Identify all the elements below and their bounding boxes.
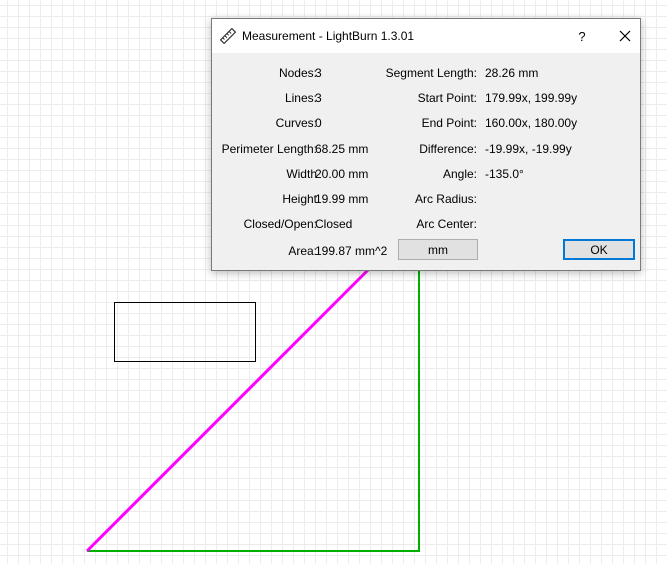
perimeter-length-value: 68.25 mm <box>315 142 369 156</box>
unit-toggle-button[interactable]: mm <box>398 239 478 260</box>
segment-length-value: 28.26 mm <box>485 66 539 80</box>
nodes-label: Nodes: <box>278 66 317 80</box>
area-label: Area: <box>288 244 317 258</box>
start-point-value: 179.99x, 199.99y <box>485 91 578 105</box>
difference-label: Difference: <box>419 142 477 156</box>
end-point-label: End Point: <box>421 116 477 130</box>
arc-center-label: Arc Center: <box>416 217 477 231</box>
rectangle-shape[interactable] <box>114 302 256 362</box>
end-point-value: 160.00x, 180.00y <box>485 116 578 130</box>
close-icon <box>619 30 631 42</box>
height-label: Height <box>282 192 317 206</box>
ruler-icon <box>220 28 236 44</box>
ok-button[interactable]: OK <box>563 239 635 260</box>
difference-value: -19.99x, -19.99y <box>485 142 572 156</box>
help-button[interactable]: ? <box>570 23 594 49</box>
arc-radius-label: Arc Radius: <box>414 192 477 206</box>
area-value: 199.87 mm^2 <box>315 244 388 258</box>
nodes-value: 3 <box>315 66 322 80</box>
segment-length-label: Segment Length: <box>385 66 477 80</box>
triangle-shape-edges[interactable] <box>87 268 420 552</box>
lines-value: 3 <box>315 91 322 105</box>
selected-segment[interactable] <box>85 268 370 553</box>
angle-label: Angle: <box>442 167 477 181</box>
lines-label: Lines: <box>284 91 317 105</box>
dialog-titlebar[interactable]: Measurement - LightBurn 1.3.01 ? <box>212 19 640 53</box>
start-point-label: Start Point: <box>417 91 477 105</box>
perimeter-length-label: Perimeter Length: <box>221 142 317 156</box>
curves-value: 0 <box>315 116 322 130</box>
dialog-title: Measurement - LightBurn 1.3.01 <box>242 29 415 43</box>
width-value: 20.00 mm <box>315 167 369 181</box>
width-label: Width <box>286 167 317 181</box>
close-button[interactable] <box>611 23 639 49</box>
curves-label: Curves: <box>275 116 317 130</box>
angle-value: -135.0° <box>485 167 524 181</box>
closed-open-label: Closed/Open: <box>243 217 317 231</box>
height-value: 19.99 mm <box>315 192 369 206</box>
measurement-dialog: Measurement - LightBurn 1.3.01 ? Nodes: … <box>211 18 641 271</box>
closed-open-value: Closed <box>315 217 353 231</box>
